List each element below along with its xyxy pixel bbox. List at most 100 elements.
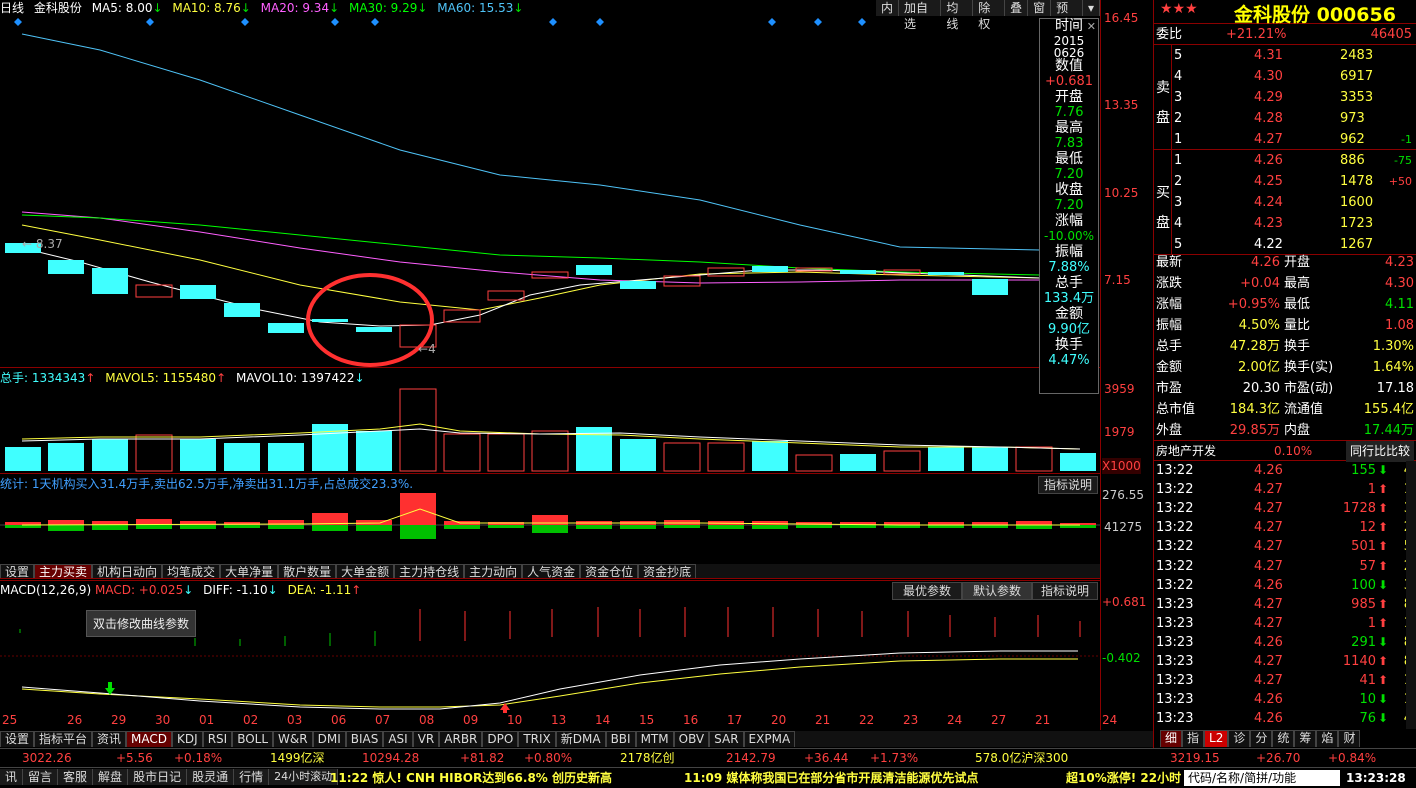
tab-main-trend[interactable]: 主力动向	[464, 564, 523, 579]
tab-trix[interactable]: TRIX	[518, 731, 556, 747]
tab-asi[interactable]: ASI	[383, 731, 413, 747]
tab-avg-trade[interactable]: 均笔成交	[162, 564, 221, 579]
tab-vr[interactable]: VR	[412, 731, 440, 747]
news-item[interactable]: 11:09 媒体称我国已在部分省市开展清洁能源优先试点	[684, 770, 978, 786]
tab-settings[interactable]: 设置	[0, 564, 35, 579]
tab-detail[interactable]: 细	[1160, 730, 1183, 747]
tab-bias[interactable]: BIAS	[345, 731, 384, 747]
tick-time: 13:22	[1156, 463, 1194, 478]
tick-volume: 76	[1359, 711, 1376, 727]
quote-value: 4.26	[1251, 255, 1280, 270]
tick-volume: 1140	[1342, 654, 1376, 669]
tab-expma[interactable]: EXPMA	[743, 731, 796, 747]
tab-market[interactable]: 行情	[234, 769, 270, 785]
tab-24h[interactable]: 24小时滚动	[269, 769, 339, 785]
tick-volume: 41	[1359, 673, 1376, 689]
commission-diff: 46405	[1370, 27, 1412, 42]
tab-popularity[interactable]: 人气资金	[522, 564, 581, 579]
buy-price[interactable]: 4.24	[1254, 192, 1283, 213]
sell-price[interactable]: 4.29	[1254, 87, 1283, 108]
date-tick: 06	[331, 713, 347, 727]
macd-svg	[0, 607, 1100, 713]
tab-dmi[interactable]: DMI	[312, 731, 346, 747]
tab-l2[interactable]: L2	[1204, 730, 1229, 747]
date-tick: 10	[507, 713, 523, 727]
tab-institution[interactable]: 机构日动向	[92, 564, 163, 579]
buy-price[interactable]: 4.26	[1254, 150, 1283, 171]
kline-chart[interactable]: 日线 金科股份 MA5: 8.00↓ MA10: 8.76↓ MA20: 9.3…	[0, 0, 1100, 368]
tab-dpo[interactable]: DPO	[482, 731, 519, 747]
quote-label: 量比	[1284, 318, 1311, 333]
tab-ind-settings[interactable]: 设置	[0, 731, 35, 747]
quote-value: 4.50%	[1238, 318, 1280, 333]
tab-sar[interactable]: SAR	[709, 731, 744, 747]
tab-boll[interactable]: BOLL	[232, 731, 274, 747]
tab-fund-position[interactable]: 资金仓位	[580, 564, 639, 579]
sell-price[interactable]: 4.27	[1254, 129, 1283, 150]
tab-finance[interactable]: 财	[1338, 730, 1361, 747]
tab-news[interactable]: 资讯	[92, 731, 127, 747]
buy-change: -75	[1394, 154, 1412, 167]
tab-obv[interactable]: OBV	[673, 731, 710, 747]
tab-bbi[interactable]: BBI	[605, 731, 636, 747]
quote-value: 1.30%	[1372, 339, 1414, 354]
sell-price[interactable]: 4.30	[1254, 66, 1283, 87]
tab-stock-link[interactable]: 股灵通	[187, 769, 235, 785]
macd-tick: +0.681	[1102, 595, 1147, 609]
tab-rsi[interactable]: RSI	[202, 731, 233, 747]
sell-level: 2	[1174, 111, 1183, 126]
tt-value: 7.20	[1054, 198, 1084, 213]
tab-big-order-net[interactable]: 大单净量	[220, 564, 279, 579]
buy-level: 3	[1174, 195, 1183, 210]
quote-value: 155.4亿	[1363, 402, 1414, 417]
tab-flame[interactable]: 焰	[1316, 730, 1339, 747]
tab-analysis[interactable]: 解盘	[93, 769, 129, 785]
sector-name[interactable]: 房地产开发	[1156, 441, 1216, 462]
tab-big-amount[interactable]: 大单金额	[336, 564, 395, 579]
tab-diagnose[interactable]: 诊	[1228, 730, 1251, 747]
peer-compare-button[interactable]: 同行比比较	[1345, 441, 1414, 462]
tab-comments[interactable]: 留言	[23, 769, 59, 785]
tab-minute[interactable]: 分	[1250, 730, 1273, 747]
buy-price[interactable]: 4.23	[1254, 213, 1283, 234]
tab-diary[interactable]: 股市日记	[128, 769, 188, 785]
capital-flow-panel[interactable]: 统计: 1天机构买入31.4万手,卖出62.5万手,净卖出31.1万手,占总成交…	[0, 475, 1100, 565]
sell-volume: 973	[1340, 111, 1365, 126]
tab-arbr[interactable]: ARBR	[439, 731, 483, 747]
close-icon[interactable]: ✕	[1087, 19, 1096, 35]
tab-retail[interactable]: 散户数量	[278, 564, 337, 579]
date-axis: 25 26 29 30 01 02 03 06 07 08 09 10 13 1…	[0, 712, 1120, 730]
tab-mtm[interactable]: MTM	[635, 731, 674, 747]
tab-index[interactable]: 指	[1182, 730, 1205, 747]
tab-wr[interactable]: W&R	[273, 731, 313, 747]
news-item[interactable]: 超10%涨停! 22小时	[1066, 770, 1186, 786]
tab-service[interactable]: 客服	[58, 769, 94, 785]
right-tabs: 细 指 L2 诊 分 统 筹 焰 财	[1160, 730, 1361, 747]
tab-macd[interactable]: MACD	[126, 731, 173, 747]
news-item[interactable]: 11:22 惊人! CNH HIBOR达到66.8% 创历史新高	[330, 770, 612, 786]
volume-chart[interactable]: 总手: 1334343↑ MAVOL5: 1155480↑ MAVOL10: 1…	[0, 369, 1100, 474]
macd-chart[interactable]: MACD(12,26,9) MACD: +0.025↓ DIFF: -1.10↓…	[0, 580, 1100, 713]
tab-kdj[interactable]: KDJ	[172, 731, 203, 747]
tab-msg[interactable]: 讯	[0, 769, 24, 785]
tab-new-dma[interactable]: 新DMA	[555, 731, 606, 747]
sell-price[interactable]: 4.31	[1254, 45, 1283, 66]
sz-amount: 1499亿深	[270, 751, 325, 765]
tick-list[interactable]: 13:224.26155⬇413:224.271⬆113:224.271728⬆…	[1154, 461, 1416, 729]
tick-scrollbar[interactable]	[1406, 461, 1416, 729]
sell-volume: 2483	[1340, 48, 1374, 63]
tab-ind-platform[interactable]: 指标平台	[34, 731, 93, 747]
sell-price[interactable]: 4.28	[1254, 108, 1283, 129]
tab-main-force[interactable]: 主力买卖	[34, 564, 93, 579]
code-search-input[interactable]: 代码/名称/简拼/功能	[1184, 770, 1340, 786]
tab-bottom-fishing[interactable]: 资金抄底	[638, 564, 697, 579]
tab-position-line[interactable]: 主力持仓线	[394, 564, 465, 579]
tab-chips[interactable]: 筹	[1294, 730, 1317, 747]
commission-row: 委比 +21.21% 46405	[1154, 24, 1416, 45]
sell-level: 4	[1174, 69, 1183, 84]
quote-label: 流通值	[1284, 402, 1324, 417]
date-tick: 08	[419, 713, 435, 727]
tab-stats[interactable]: 统	[1272, 730, 1295, 747]
buy-price[interactable]: 4.25	[1254, 171, 1283, 192]
sh-pct: +0.18%	[174, 751, 223, 765]
